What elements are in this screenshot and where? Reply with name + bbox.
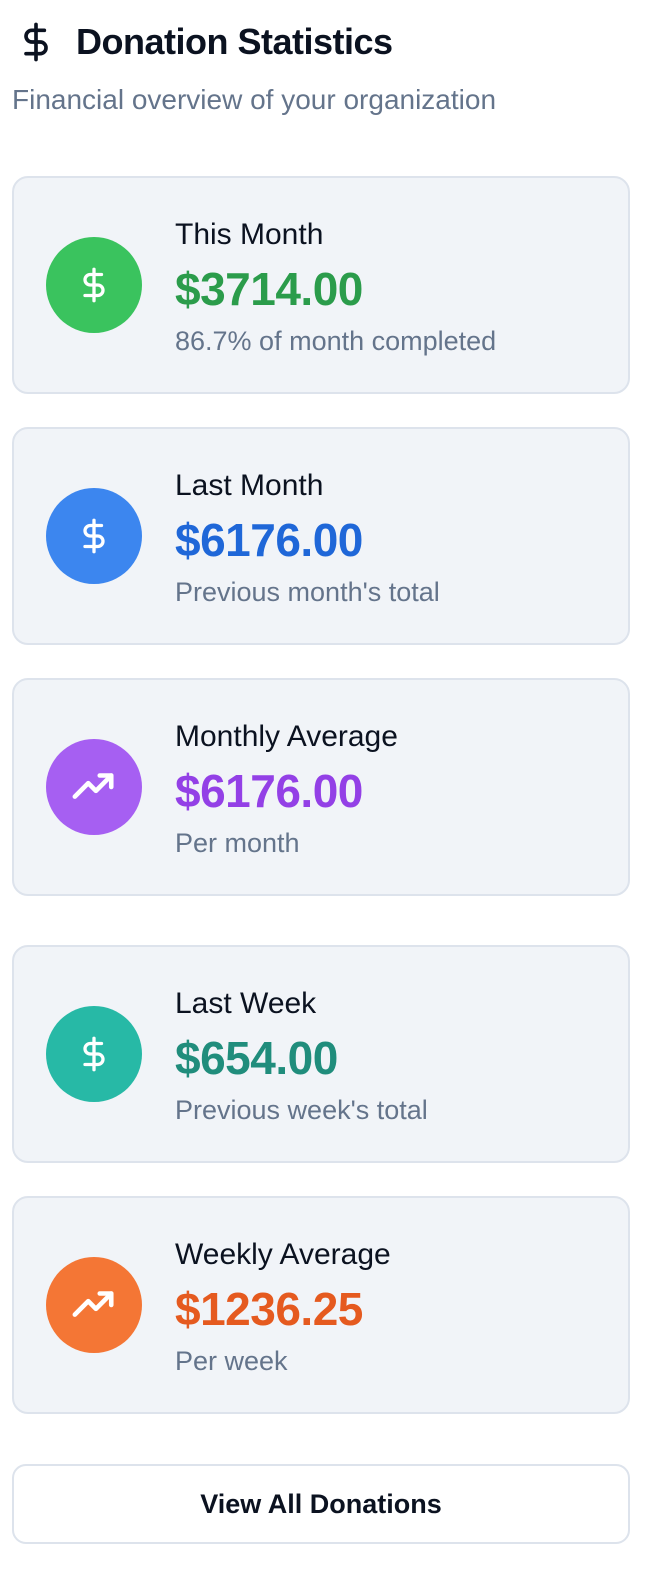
stat-label: Last Month	[175, 469, 324, 502]
page-title: Donation Statistics	[76, 21, 393, 62]
page-header: Donation Statistics	[12, 14, 393, 70]
stat-label: Last Week	[175, 987, 317, 1020]
stat-description: 86.7% of month completed	[175, 326, 497, 356]
stat-card-this-month: This Month $3714.00 86.7% of month compl…	[12, 176, 630, 394]
stat-label: Weekly Average	[175, 1238, 391, 1271]
stat-card-monthly-average: Monthly Average $6176.00 Per month	[12, 678, 630, 896]
stat-card-last-month: Last Month $6176.00 Previous month's tot…	[12, 427, 630, 645]
stat-value: $6176.00	[175, 514, 363, 566]
page-subtitle: Financial overview of your organization	[12, 84, 497, 115]
stat-value: $1236.25	[175, 1283, 363, 1335]
dollar-icon	[46, 1006, 142, 1102]
stat-card-last-week: Last Week $654.00 Previous week's total	[12, 945, 630, 1163]
stat-label: This Month	[175, 218, 324, 251]
view-all-donations-button[interactable]: View All Donations	[12, 1464, 630, 1544]
stat-value: $6176.00	[175, 765, 363, 817]
stat-description: Previous week's total	[175, 1095, 428, 1125]
stat-description: Per month	[175, 828, 300, 858]
dollar-icon	[46, 237, 142, 333]
stat-description: Previous month's total	[175, 577, 440, 607]
stat-value: $654.00	[175, 1032, 338, 1084]
stat-description: Per week	[175, 1346, 288, 1376]
dollar-icon	[12, 18, 60, 66]
trending-up-icon	[46, 739, 142, 835]
stat-card-weekly-average: Weekly Average $1236.25 Per week	[12, 1196, 630, 1414]
stat-label: Monthly Average	[175, 720, 398, 753]
trending-up-icon	[46, 1257, 142, 1353]
stat-value: $3714.00	[175, 263, 363, 315]
dollar-icon	[46, 488, 142, 584]
